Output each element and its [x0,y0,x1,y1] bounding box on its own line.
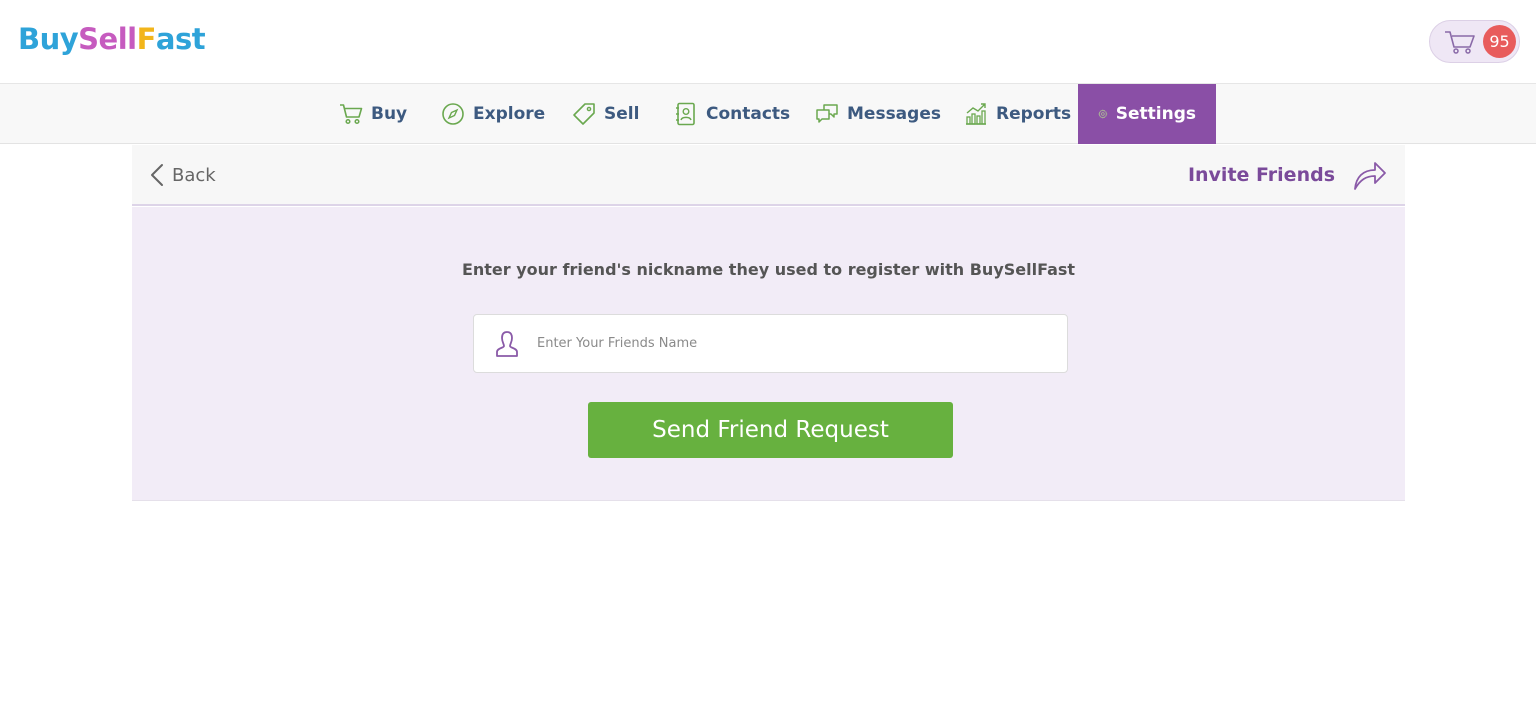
cart-button[interactable]: 95 [1429,20,1520,63]
logo[interactable]: BuySellFast [18,21,206,57]
cart-count-badge: 95 [1483,25,1516,58]
nav-label-buy: Buy [371,104,408,124]
nav-label-settings: Settings [1115,104,1196,124]
nav-item-reports[interactable]: Reports [964,84,1071,144]
logo-part-buy: Buy [18,22,79,56]
friend-name-input[interactable] [537,315,1057,372]
nav-item-messages[interactable]: Messages [815,84,941,144]
main-nav: Buy Explore Sell Contacts Messages Repor… [0,84,1536,144]
nav-label-sell: Sell [604,104,640,124]
share-arrow-icon [1354,162,1386,190]
nav-item-sell[interactable]: Sell [572,84,639,144]
invite-friends-button[interactable]: Invite Friends [1188,157,1387,193]
nav-label-explore: Explore [473,104,546,124]
logo-part-ast: ast [155,22,206,56]
tag-icon [573,103,595,125]
nav-item-settings[interactable]: Settings [1078,84,1216,144]
back-label: Back [172,164,216,186]
nav-label-reports: Reports [996,104,1072,124]
nav-item-explore[interactable]: Explore [441,84,545,144]
nav-item-buy[interactable]: Buy [339,84,407,144]
user-icon [496,331,518,357]
gear-icon [1098,109,1108,119]
app-header: BuySellFast 95 [0,0,1536,84]
send-friend-request-button[interactable]: Send Friend Request [588,402,953,458]
address-book-icon [676,102,695,126]
nav-label-contacts: Contacts [706,104,791,124]
sub-toolbar: Back Invite Friends [132,145,1405,206]
form-prompt: Enter your friend's nickname they used t… [461,260,1076,279]
logo-part-f: F [136,22,157,56]
nav-item-contacts[interactable]: Contacts [674,84,790,144]
compass-icon [442,103,464,125]
chart-icon [966,103,986,125]
back-button[interactable]: Back [150,161,216,189]
add-friend-panel: Enter your friend's nickname they used t… [132,207,1405,501]
invite-friends-label: Invite Friends [1187,164,1335,186]
cart-icon [1445,31,1475,54]
cart-icon [340,104,363,125]
logo-part-sell: Sell [78,22,137,56]
friend-name-field[interactable] [473,314,1068,373]
chevron-left-icon [151,164,163,186]
chat-icon [816,104,838,123]
nav-label-messages: Messages [847,104,941,124]
